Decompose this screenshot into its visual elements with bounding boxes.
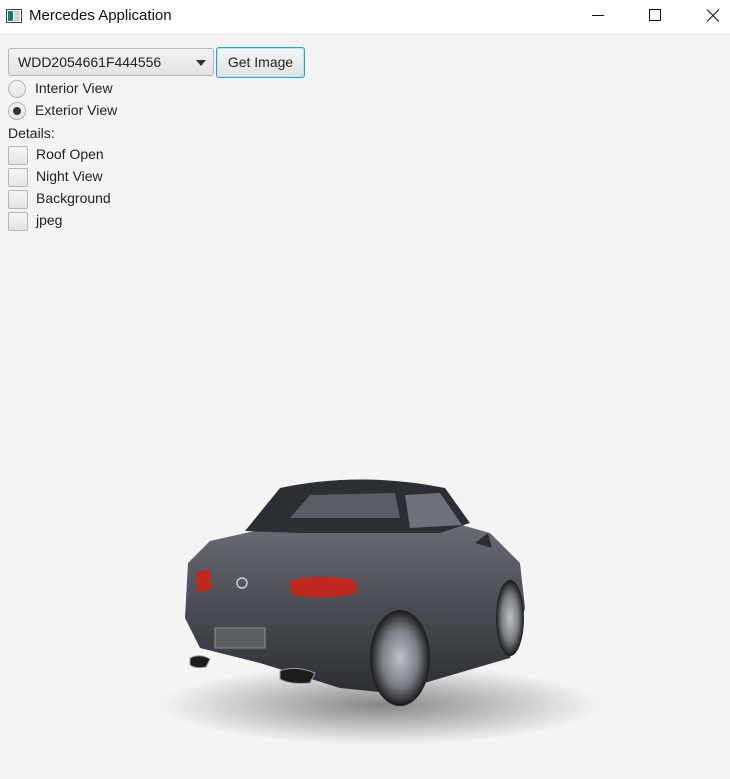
jpeg-checkbox[interactable] xyxy=(8,212,28,231)
vehicle-vin-value: WDD2054661F444556 xyxy=(18,54,162,70)
car-image xyxy=(160,479,600,745)
roof-open-label: Roof Open xyxy=(36,146,104,162)
taillight-right xyxy=(290,576,358,598)
window-title: Mercedes Application xyxy=(29,7,172,24)
main-content: WDD2054661F444556 Get Image Interior Vie… xyxy=(0,33,730,779)
exhaust-left xyxy=(189,655,211,669)
radio-selected-dot xyxy=(13,107,21,115)
chevron-down-icon xyxy=(196,60,206,66)
car-body xyxy=(185,519,525,693)
minimize-button[interactable] xyxy=(575,0,621,33)
interior-view-label: Interior View xyxy=(35,80,113,96)
vehicle-vin-select[interactable]: WDD2054661F444556 xyxy=(8,48,214,76)
details-label: Details: xyxy=(8,125,55,141)
front-wheel xyxy=(496,580,524,656)
title-bar: Mercedes Application xyxy=(0,0,730,33)
exhaust-right xyxy=(279,667,316,684)
background-label: Background xyxy=(36,190,111,206)
maximize-button[interactable] xyxy=(632,0,678,33)
get-image-button[interactable]: Get Image xyxy=(216,47,305,78)
rear-wheel xyxy=(370,610,430,706)
night-view-label: Night View xyxy=(36,168,103,184)
night-view-checkbox[interactable] xyxy=(8,168,28,187)
roof-open-checkbox[interactable] xyxy=(8,146,28,165)
jpeg-label: jpeg xyxy=(36,212,63,228)
close-icon xyxy=(706,9,720,22)
background-checkbox[interactable] xyxy=(8,190,28,209)
exterior-view-label: Exterior View xyxy=(35,102,118,118)
license-plate xyxy=(214,627,266,649)
exterior-view-radio[interactable] xyxy=(8,102,26,120)
close-button[interactable] xyxy=(690,0,730,33)
interior-view-radio[interactable] xyxy=(8,80,26,98)
maximize-icon xyxy=(649,9,661,21)
minimize-icon xyxy=(592,15,604,16)
taillight-left xyxy=(196,569,212,593)
app-window-icon xyxy=(6,9,22,23)
